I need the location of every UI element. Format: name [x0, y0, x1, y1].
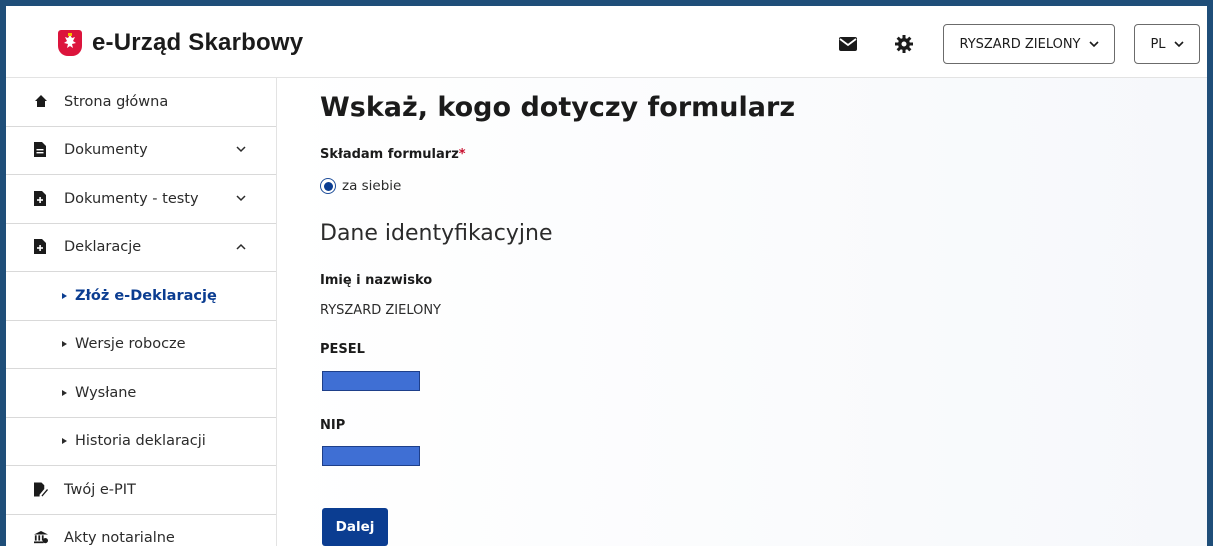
- bullet-triangle-icon: [62, 438, 67, 445]
- app-frame: e-Urząd Skarbowy RYSZARD ZIELONY PL Stro…: [0, 0, 1213, 546]
- nip-redacted-value: [322, 446, 420, 466]
- chevron-down-icon: [1173, 40, 1184, 47]
- bullet-triangle-icon: [62, 341, 67, 348]
- sidebar-subitem-history[interactable]: Historia deklaracji: [6, 418, 276, 466]
- radio-selected-dot: [323, 181, 333, 191]
- radio-option-self[interactable]: za siebie: [320, 178, 401, 194]
- language-label: PL: [1150, 36, 1166, 52]
- pesel-redacted-value: [322, 371, 420, 391]
- required-marker: *: [458, 147, 466, 162]
- sidebar-item-label: Strona główna: [64, 93, 169, 110]
- document-plus-icon: [34, 190, 48, 207]
- page-title: Wskaż, kogo dotyczy formularz: [320, 92, 796, 123]
- radio-option-label: za siebie: [342, 178, 402, 194]
- top-header: e-Urząd Skarbowy RYSZARD ZIELONY PL: [6, 6, 1207, 78]
- sidebar-item-label: Twój e-PIT: [64, 481, 136, 498]
- radio-button[interactable]: [320, 178, 336, 194]
- name-value: RYSZARD ZIELONY: [320, 303, 441, 318]
- document-plus-icon: [34, 239, 48, 255]
- user-menu-button[interactable]: RYSZARD ZIELONY: [943, 24, 1115, 64]
- sidebar-subitem-label: Złóż e-Deklarację: [75, 287, 217, 304]
- sidebar-subitem-drafts[interactable]: Wersje robocze: [6, 321, 276, 369]
- pesel-label: PESEL: [320, 342, 365, 357]
- sidebar-subitem-submit-declaration[interactable]: Złóż e-Deklarację: [6, 272, 276, 321]
- form-submit-label-text: Składam formularz: [320, 147, 459, 162]
- chevron-down-icon: [236, 146, 246, 153]
- sidebar-item-documents-tests[interactable]: Dokumenty - testy: [6, 175, 276, 224]
- sidebar-item-label: Deklaracje: [64, 239, 142, 256]
- gear-icon[interactable]: [894, 34, 914, 53]
- home-icon: [34, 94, 48, 110]
- sidebar-item-label: Akty notarialne: [64, 530, 175, 546]
- document-pen-icon: [34, 482, 48, 498]
- sidebar-subitem-sent[interactable]: Wysłane: [6, 369, 276, 418]
- form-submit-label: Składam formularz*: [320, 147, 466, 162]
- section-title: Dane identyfikacyjne: [320, 221, 553, 246]
- sidebar-item-label: Dokumenty: [64, 142, 148, 159]
- sidebar-item-documents[interactable]: Dokumenty: [6, 127, 276, 175]
- mail-icon[interactable]: [838, 36, 858, 54]
- next-button[interactable]: Dalej: [322, 508, 388, 546]
- app-logo[interactable]: e-Urząd Skarbowy: [58, 28, 303, 58]
- polish-emblem-icon: [58, 30, 82, 56]
- sidebar-subitem-label: Wersje robocze: [75, 336, 186, 353]
- user-name-label: RYSZARD ZIELONY: [959, 36, 1081, 52]
- chevron-down-icon: [1088, 40, 1099, 47]
- sidebar-item-declarations[interactable]: Deklaracje: [6, 224, 276, 272]
- nip-label: NIP: [320, 418, 346, 433]
- chevron-down-icon: [236, 195, 246, 201]
- sidebar-nav: Strona główna Dokumenty Dokumenty - test…: [6, 78, 277, 546]
- sidebar-item-home[interactable]: Strona główna: [6, 78, 276, 127]
- bullet-triangle-icon: [62, 292, 67, 299]
- chevron-up-icon: [236, 244, 246, 250]
- bank-icon: [34, 530, 48, 546]
- sidebar-item-notarial-acts[interactable]: Akty notarialne: [6, 515, 276, 546]
- sidebar-subitem-label: Wysłane: [75, 384, 137, 401]
- main-content: Wskaż, kogo dotyczy formularz Składam fo…: [278, 78, 1207, 546]
- name-label: Imię i nazwisko: [320, 273, 433, 288]
- sidebar-item-label: Dokumenty - testy: [64, 190, 199, 207]
- sidebar-subitem-label: Historia deklaracji: [75, 433, 206, 450]
- document-icon: [34, 142, 48, 158]
- bullet-triangle-icon: [62, 389, 67, 396]
- app-title: e-Urząd Skarbowy: [92, 29, 304, 56]
- language-select[interactable]: PL: [1134, 24, 1200, 64]
- sidebar-item-e-pit[interactable]: Twój e-PIT: [6, 466, 276, 515]
